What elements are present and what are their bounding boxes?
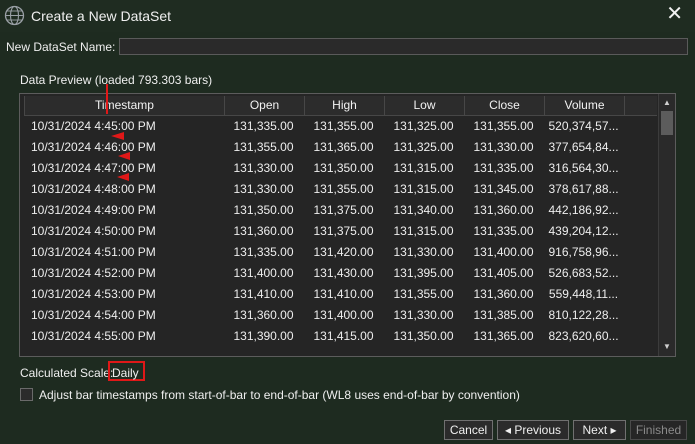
cell-timestamp: 10/31/2024 4:55:00 PM [31, 329, 156, 343]
cell-low: 131,330.00 [393, 245, 454, 259]
annotation-arrow [117, 173, 129, 181]
table-row[interactable]: 10/31/2024 4:50:00 PM 131,360.00 131,375.0… [24, 221, 656, 242]
cell-close: 131,360.00 [473, 203, 534, 217]
column-header-high[interactable]: High [304, 96, 384, 116]
cell-open: 131,390.00 [233, 329, 294, 343]
cell-high: 131,355.00 [313, 182, 374, 196]
adjust-timestamps-label[interactable]: Adjust bar timestamps from start-of-bar … [39, 388, 520, 402]
cell-volume: 916,758,96... [548, 245, 619, 259]
cell-open: 131,360.00 [233, 308, 294, 322]
vertical-scrollbar[interactable]: ▲ ▼ [658, 94, 675, 356]
close-icon[interactable]: ✕ [666, 4, 683, 24]
scroll-thumb[interactable] [661, 111, 673, 135]
title-bar: Create a New DataSet ✕ [0, 0, 695, 32]
next-button[interactable]: Next ▸ [573, 420, 626, 440]
cell-low: 131,315.00 [393, 182, 454, 196]
cell-close: 131,330.00 [473, 140, 534, 154]
cell-volume: 810,122,28... [548, 308, 619, 322]
cell-high: 131,365.00 [313, 140, 374, 154]
cell-volume: 823,620,60... [548, 329, 619, 343]
scroll-up-arrow-icon[interactable]: ▲ [659, 96, 675, 110]
cell-close: 131,335.00 [473, 224, 534, 238]
cell-open: 131,355.00 [233, 140, 294, 154]
dataset-name-label: New DataSet Name: [6, 40, 116, 54]
cell-volume: 378,617,88... [548, 182, 619, 196]
table-row[interactable]: 10/31/2024 4:55:00 PM 131,390.00 131,415.0… [24, 326, 656, 347]
cell-high: 131,420.00 [313, 245, 374, 259]
cell-close: 131,365.00 [473, 329, 534, 343]
cell-low: 131,325.00 [393, 119, 454, 133]
table-row[interactable]: 10/31/2024 4:52:00 PM 131,400.00 131,430.0… [24, 263, 656, 284]
cell-volume: 520,374,57... [548, 119, 619, 133]
cell-high: 131,350.00 [313, 161, 374, 175]
cell-low: 131,350.00 [393, 329, 454, 343]
cell-high: 131,415.00 [313, 329, 374, 343]
cell-volume: 316,564,30... [548, 161, 619, 175]
cell-timestamp: 10/31/2024 4:54:00 PM [31, 308, 156, 322]
cell-timestamp: 10/31/2024 4:51:00 PM [31, 245, 156, 259]
cell-open: 131,410.00 [233, 287, 294, 301]
cell-close: 131,335.00 [473, 161, 534, 175]
cell-volume: 377,654,84... [548, 140, 619, 154]
cell-open: 131,350.00 [233, 203, 294, 217]
cell-high: 131,355.00 [313, 119, 374, 133]
cell-close: 131,400.00 [473, 245, 534, 259]
cell-volume: 442,186,92... [548, 203, 619, 217]
dataset-name-input[interactable] [119, 38, 688, 55]
column-header-close[interactable]: Close [464, 96, 544, 116]
cell-timestamp: 10/31/2024 4:53:00 PM [31, 287, 156, 301]
cell-timestamp: 10/31/2024 4:49:00 PM [31, 203, 156, 217]
cell-timestamp: 10/31/2024 4:50:00 PM [31, 224, 156, 238]
cell-volume: 526,683,52... [548, 266, 619, 280]
cell-open: 131,335.00 [233, 245, 294, 259]
cell-close: 131,405.00 [473, 266, 534, 280]
cell-high: 131,410.00 [313, 287, 374, 301]
cancel-button[interactable]: Cancel [444, 420, 493, 440]
cell-volume: 559,448,11... [548, 287, 619, 301]
cell-low: 131,325.00 [393, 140, 454, 154]
cell-close: 131,385.00 [473, 308, 534, 322]
scroll-down-arrow-icon[interactable]: ▼ [659, 340, 675, 354]
cell-close: 131,345.00 [473, 182, 534, 196]
table-row[interactable]: 10/31/2024 4:51:00 PM 131,335.00 131,420.0… [24, 242, 656, 263]
column-header-low[interactable]: Low [384, 96, 464, 116]
cell-low: 131,330.00 [393, 308, 454, 322]
cell-open: 131,360.00 [233, 224, 294, 238]
header-filler [624, 96, 657, 116]
calculated-scale-value: Daily [112, 366, 139, 380]
table-row[interactable]: 10/31/2024 4:49:00 PM 131,350.00 131,375.0… [24, 200, 656, 221]
globe-icon [4, 5, 25, 26]
cell-low: 131,315.00 [393, 161, 454, 175]
cell-open: 131,330.00 [233, 182, 294, 196]
cell-high: 131,375.00 [313, 203, 374, 217]
cell-open: 131,400.00 [233, 266, 294, 280]
cell-timestamp: 10/31/2024 4:52:00 PM [31, 266, 156, 280]
cell-volume: 439,204,12... [548, 224, 619, 238]
cell-open: 131,330.00 [233, 161, 294, 175]
previous-button[interactable]: ◂ Previous [497, 420, 569, 440]
table-row[interactable]: 10/31/2024 4:53:00 PM 131,410.00 131,410.0… [24, 284, 656, 305]
column-header-volume[interactable]: Volume [544, 96, 624, 116]
annotation-arrow [111, 132, 124, 140]
cell-low: 131,355.00 [393, 287, 454, 301]
annotation-arrow [118, 152, 130, 160]
cell-low: 131,340.00 [393, 203, 454, 217]
cell-open: 131,335.00 [233, 119, 294, 133]
window-title: Create a New DataSet [31, 8, 172, 24]
adjust-timestamps-checkbox[interactable] [20, 388, 33, 401]
calculated-scale-label: Calculated Scale: [20, 366, 114, 380]
annotation-markers [106, 84, 130, 181]
cell-high: 131,400.00 [313, 308, 374, 322]
table-row[interactable]: 10/31/2024 4:54:00 PM 131,360.00 131,400.0… [24, 305, 656, 326]
cell-close: 131,355.00 [473, 119, 534, 133]
cell-close: 131,360.00 [473, 287, 534, 301]
column-header-open[interactable]: Open [224, 96, 304, 116]
finished-button[interactable]: Finished [630, 420, 687, 440]
cell-high: 131,430.00 [313, 266, 374, 280]
cell-low: 131,315.00 [393, 224, 454, 238]
cell-low: 131,395.00 [393, 266, 454, 280]
cell-high: 131,375.00 [313, 224, 374, 238]
